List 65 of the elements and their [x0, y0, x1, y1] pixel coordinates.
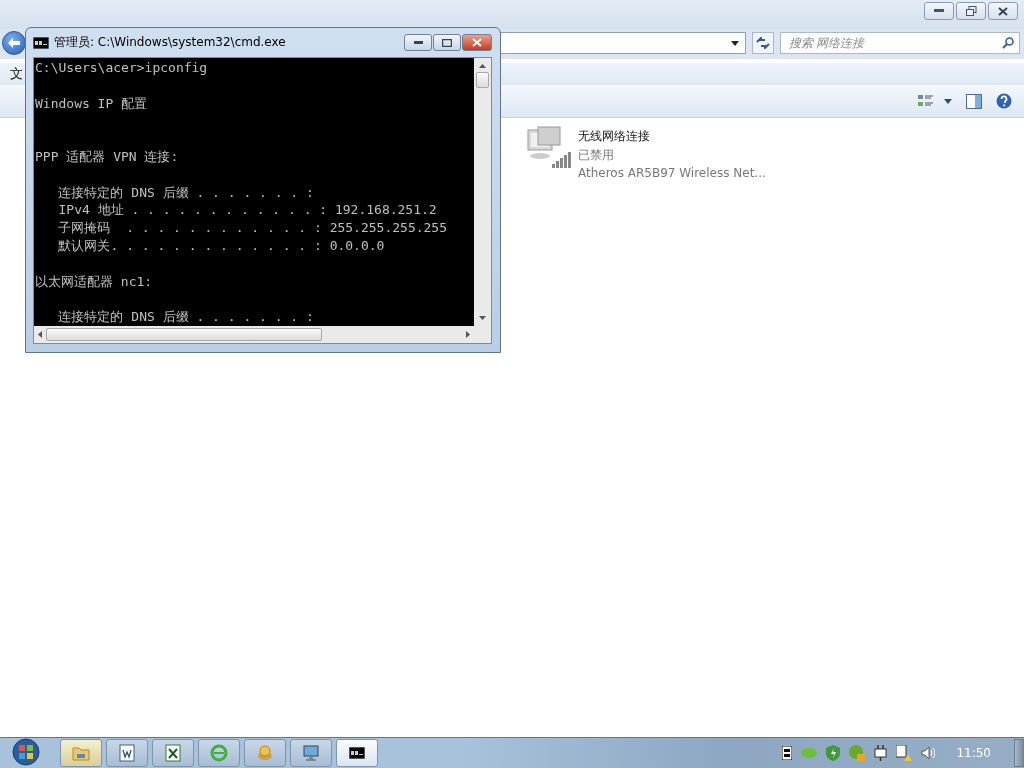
scroll-right-icon [466, 331, 470, 338]
taskbar-button[interactable] [336, 739, 378, 767]
vertical-scrollbar[interactable] [474, 58, 491, 326]
restore-button[interactable] [956, 2, 986, 20]
close-icon [472, 38, 482, 47]
refresh-icon [756, 37, 770, 49]
console-line: 以太网适配器 nc1: [35, 272, 153, 291]
connection-status: 已禁用 [578, 147, 615, 164]
caret-icon [731, 40, 739, 46]
console-app-icon [33, 36, 49, 49]
back-arrow-icon [8, 38, 20, 48]
minimize-icon [934, 9, 944, 13]
scroll-thumb[interactable] [46, 328, 322, 341]
monitor-icon [302, 744, 320, 762]
connection-name: 无线网络连接 [578, 128, 651, 145]
spreadsheet-icon [164, 744, 182, 762]
network-warning-icon[interactable] [896, 745, 913, 761]
folder-icon [72, 745, 90, 761]
refresh-button[interactable] [752, 32, 774, 54]
console-line: 连接特定的 DNS 后缀 . . . . . . . : [57, 183, 314, 202]
help-button[interactable] [996, 93, 1012, 109]
minimize-button[interactable] [404, 34, 432, 51]
console-line: PPP 适配器 VPN 连接: [35, 148, 179, 166]
speaker-icon[interactable] [921, 746, 936, 760]
console-line: 连接特定的 DNS 后缀 . . . . . . . : [57, 308, 314, 326]
scroll-thumb[interactable] [476, 72, 489, 88]
console-line: IPv4 地址 . . . . . . . . . . . . : 192.168.251.2 [57, 201, 437, 220]
menu-item[interactable]: 文 [10, 65, 23, 83]
console-line: C:\Users\acer>ipconfig [35, 59, 208, 77]
window-title: 管理员: C:\Windows\system32\cmd.exe [54, 34, 286, 51]
close-icon [998, 6, 1008, 16]
back-button[interactable] [2, 31, 26, 55]
scroll-left-icon [38, 331, 42, 338]
console-icon [349, 747, 365, 759]
film-icon[interactable] [782, 746, 793, 760]
shield-icon[interactable] [826, 745, 841, 761]
adapter-name: Atheros AR5B97 Wireless Net... [578, 166, 766, 180]
restore-icon [965, 6, 977, 16]
document-icon [118, 744, 136, 762]
view-options-button[interactable] [918, 94, 952, 108]
close-button[interactable] [988, 2, 1018, 20]
preview-pane-button[interactable] [966, 93, 982, 109]
console-line: 默认网关. . . . . . . . . . . . . : 0.0.0.0 [57, 236, 385, 255]
horizontal-scrollbar[interactable] [34, 326, 474, 343]
console-line: 子网掩码 . . . . . . . . . . . . : 255.255.255.255 [57, 219, 448, 237]
network-computer-icon [526, 126, 574, 170]
view-list-icon [918, 94, 934, 108]
maximize-icon [442, 38, 452, 47]
search-icon[interactable] [1002, 37, 1014, 49]
start-orb-icon [9, 738, 43, 766]
console-line: Windows IP 配置 [35, 94, 148, 113]
close-button[interactable] [462, 34, 492, 51]
scroll-down-icon [479, 316, 486, 320]
caret-icon [944, 98, 952, 104]
pane-icon [966, 93, 982, 109]
minimize-icon [413, 41, 423, 44]
help-icon [996, 93, 1012, 109]
browser-icon [210, 744, 228, 762]
search-field[interactable]: 搜索 网络连接 [780, 32, 1020, 54]
maximize-button[interactable] [433, 34, 461, 51]
app-icon [256, 744, 274, 762]
scroll-up-icon [479, 64, 486, 68]
minimize-button[interactable] [924, 2, 954, 20]
power-plug-icon[interactable] [874, 745, 888, 761]
taskbar-button[interactable] [152, 739, 194, 767]
